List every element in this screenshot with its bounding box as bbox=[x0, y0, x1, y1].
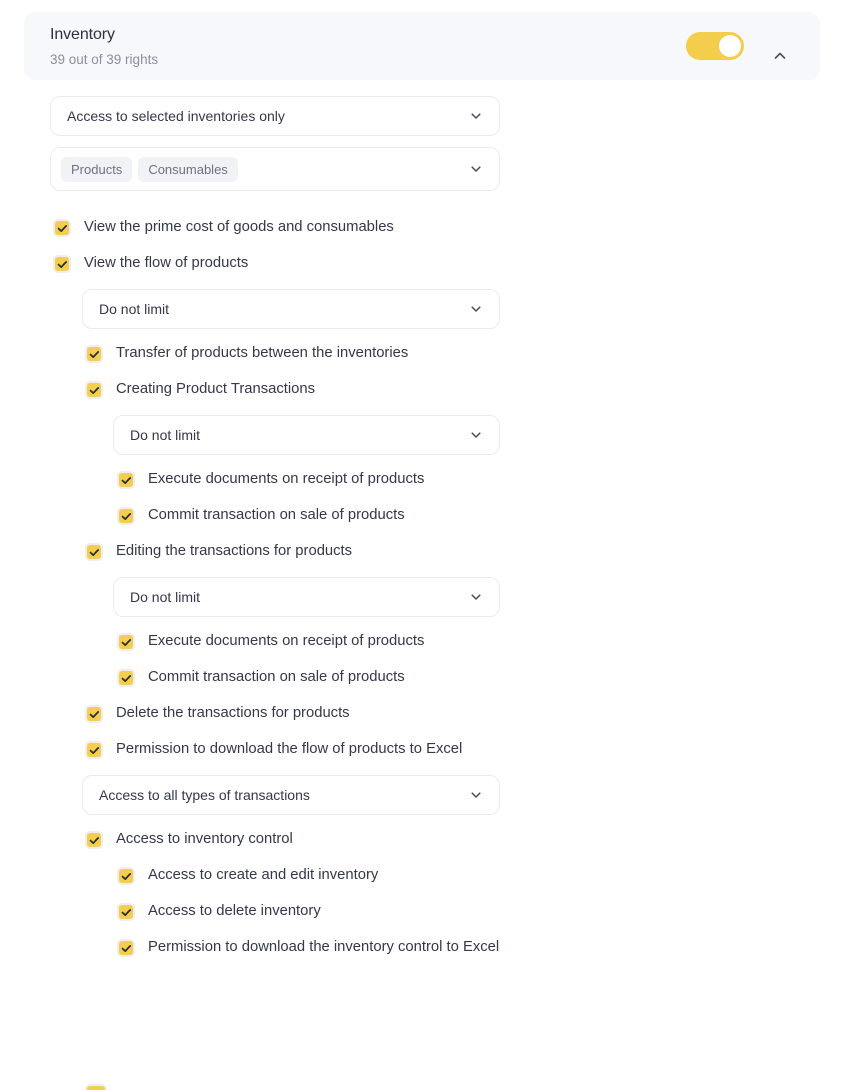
right-label: Commit transaction on sale of products bbox=[148, 669, 405, 685]
permissions-page: Inventory 39 out of 39 rights Access to … bbox=[0, 0, 846, 1090]
checkbox-checked-icon[interactable] bbox=[117, 867, 135, 885]
right-row-creating-transactions[interactable]: Creating Product Transactions bbox=[85, 379, 516, 401]
checkbox-checked-icon[interactable] bbox=[53, 255, 71, 273]
right-row-edit-commit-sale[interactable]: Commit transaction on sale of products bbox=[117, 667, 516, 689]
chevron-down-icon bbox=[469, 428, 483, 442]
chevron-down-icon bbox=[469, 109, 483, 123]
checkbox-checked-icon[interactable] bbox=[117, 471, 135, 489]
chevron-up-icon[interactable] bbox=[770, 46, 790, 66]
rights-container: View the prime cost of goods and consuma… bbox=[0, 217, 846, 959]
right-row-download-flow-excel[interactable]: Permission to download the flow of produ… bbox=[85, 739, 516, 761]
right-label: Access to create and edit inventory bbox=[148, 867, 379, 883]
inventory-scope-select[interactable]: Access to selected inventories only bbox=[50, 96, 500, 136]
right-label: View the prime cost of goods and consuma… bbox=[84, 219, 394, 235]
right-row-editing-transactions[interactable]: Editing the transactions for products bbox=[85, 541, 516, 563]
right-label: Delete the transactions for products bbox=[116, 705, 350, 721]
right-row-access-inventory-control[interactable]: Access to inventory control bbox=[85, 829, 516, 851]
checkbox-checked-icon[interactable] bbox=[117, 903, 135, 921]
right-row-create-commit-sale[interactable]: Commit transaction on sale of products bbox=[117, 505, 516, 527]
right-label: Editing the transactions for products bbox=[116, 543, 353, 559]
right-row-edit-execute-receipt[interactable]: Execute documents on receipt of products bbox=[117, 631, 516, 653]
rights-list: Access to selected inventories only Prod… bbox=[0, 96, 846, 973]
checkbox-checked-icon[interactable] bbox=[117, 669, 135, 687]
chip-products[interactable]: Products bbox=[61, 156, 133, 182]
chevron-down-icon bbox=[469, 302, 483, 316]
page-title: Inventory bbox=[50, 26, 115, 43]
right-row-create-execute-receipt[interactable]: Execute documents on receipt of products bbox=[117, 469, 516, 491]
checkbox-checked-icon[interactable] bbox=[85, 381, 103, 399]
checkbox-checked-icon[interactable] bbox=[117, 507, 135, 525]
chip-consumables[interactable]: Consumables bbox=[138, 156, 238, 182]
checkbox-checked-icon[interactable] bbox=[53, 219, 71, 237]
rights-count-label: 39 out of 39 rights bbox=[50, 52, 159, 67]
right-row-view-flow-of-products[interactable]: View the flow of products bbox=[53, 253, 516, 275]
transaction-types-select[interactable]: Access to all types of transactions bbox=[82, 775, 500, 815]
creating-limit-select[interactable]: Do not limit bbox=[113, 415, 500, 455]
flow-limit-select-value: Do not limit bbox=[99, 301, 170, 317]
right-label: Permission to download the inventory con… bbox=[148, 939, 500, 955]
toggle-knob bbox=[719, 35, 741, 57]
right-label: Execute documents on receipt of products bbox=[148, 633, 425, 649]
chevron-down-icon bbox=[469, 162, 483, 176]
editing-limit-select[interactable]: Do not limit bbox=[113, 577, 500, 617]
inventory-scope-value: Access to selected inventories only bbox=[67, 108, 285, 124]
right-row-transfer-products[interactable]: Transfer of products between the invento… bbox=[85, 343, 516, 365]
checkbox-checked-icon[interactable] bbox=[117, 939, 135, 957]
checkbox-checked-icon[interactable] bbox=[85, 831, 103, 849]
checkbox-checked-icon[interactable] bbox=[85, 345, 103, 363]
right-label: Creating Product Transactions bbox=[116, 381, 316, 397]
creating-limit-select-value: Do not limit bbox=[130, 427, 201, 443]
chevron-down-icon bbox=[469, 590, 483, 604]
right-row-download-inventory-excel[interactable]: Permission to download the inventory con… bbox=[117, 937, 516, 959]
right-row-create-edit-inventory[interactable]: Access to create and edit inventory bbox=[117, 865, 516, 887]
right-label: Permission to download the flow of produ… bbox=[116, 741, 463, 757]
right-label: Transfer of products between the invento… bbox=[116, 345, 409, 361]
flow-limit-select[interactable]: Do not limit bbox=[82, 289, 500, 329]
right-row-delete-transactions[interactable]: Delete the transactions for products bbox=[85, 703, 516, 725]
right-label: View the flow of products bbox=[84, 255, 249, 271]
inventory-tags-select[interactable]: Products Consumables bbox=[50, 147, 500, 191]
chevron-down-icon bbox=[469, 788, 483, 802]
next-right-checkbox-partial[interactable] bbox=[85, 1084, 107, 1090]
checkbox-checked-icon[interactable] bbox=[117, 633, 135, 651]
checkbox-checked-icon[interactable] bbox=[85, 741, 103, 759]
transaction-types-select-value: Access to all types of transactions bbox=[99, 787, 310, 803]
checkbox-checked-icon[interactable] bbox=[85, 705, 103, 723]
right-label: Access to inventory control bbox=[116, 831, 293, 847]
right-row-delete-inventory[interactable]: Access to delete inventory bbox=[117, 901, 516, 923]
right-label: Access to delete inventory bbox=[148, 903, 321, 919]
checkbox-checked-icon[interactable] bbox=[85, 543, 103, 561]
right-label: Commit transaction on sale of products bbox=[148, 507, 405, 523]
right-label: Execute documents on receipt of products bbox=[148, 471, 425, 487]
editing-limit-select-value: Do not limit bbox=[130, 589, 201, 605]
inventory-section-header[interactable]: Inventory 39 out of 39 rights bbox=[24, 12, 820, 80]
inventory-enable-toggle[interactable] bbox=[686, 32, 744, 60]
right-row-view-prime-cost[interactable]: View the prime cost of goods and consuma… bbox=[53, 217, 516, 239]
